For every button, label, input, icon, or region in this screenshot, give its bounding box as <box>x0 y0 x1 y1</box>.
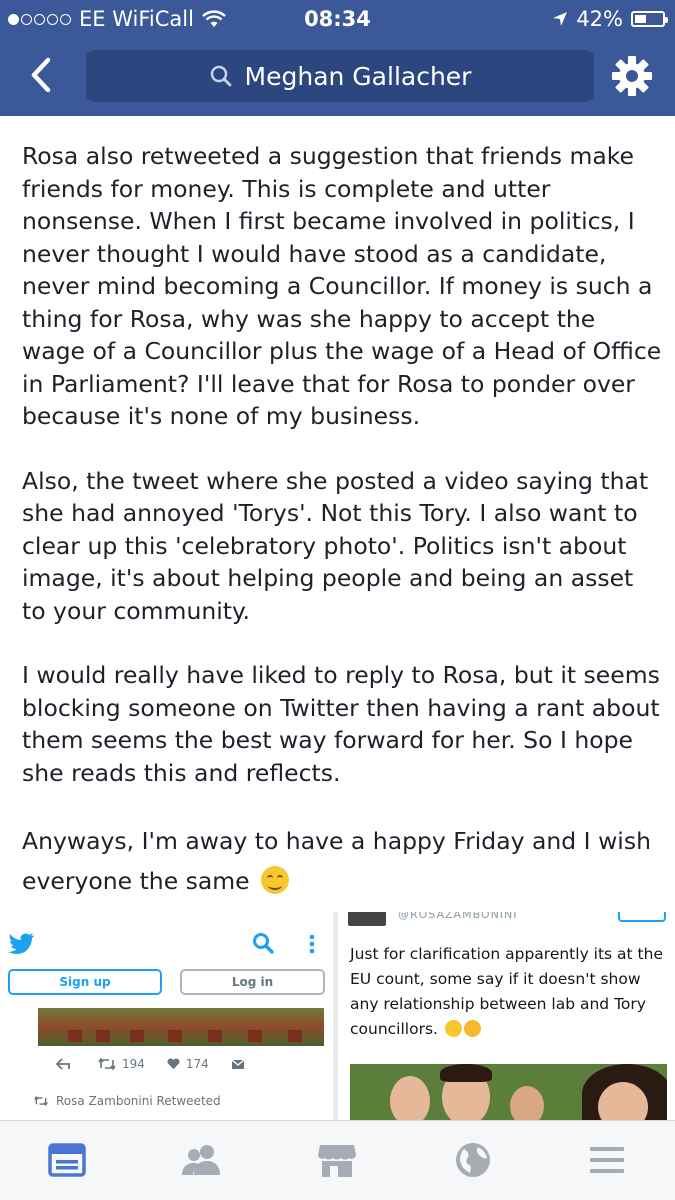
search-bar[interactable]: Meghan Gallacher <box>86 50 594 102</box>
thinking-face-emoji-icon <box>463 1020 481 1037</box>
battery-fill <box>635 15 646 23</box>
tab-notifications[interactable] <box>452 1139 494 1181</box>
smiling-face-emoji-icon <box>261 866 290 894</box>
dm-action <box>231 1058 251 1070</box>
friends-icon <box>182 1145 220 1175</box>
twitter-bird-icon <box>8 933 35 954</box>
retweeted-by-text: Rosa Zambonini Retweeted <box>56 1094 221 1108</box>
search-text: Meghan Gallacher <box>244 61 472 91</box>
retweet-icon <box>98 1058 116 1070</box>
marketplace-icon <box>318 1145 356 1177</box>
retweet-icon <box>34 1096 48 1106</box>
tab-menu[interactable] <box>586 1139 628 1181</box>
tab-news-feed[interactable] <box>46 1139 88 1181</box>
app-header: EE WiFiCall 08:34 42% Meghan Gallacher <box>0 0 675 116</box>
post-paragraph: Also, the tweet where she posted a video… <box>22 466 649 625</box>
tab-friends[interactable] <box>180 1139 222 1181</box>
tweet-landscape-image <box>38 1008 324 1046</box>
envelope-icon <box>231 1058 245 1069</box>
twitter-signup-button: Sign up <box>8 969 162 995</box>
tweet-handle: @ROSAZAMBONINI <box>398 912 518 921</box>
tweet-text: Just for clarification apparently its at… <box>350 942 668 1042</box>
battery-percentage: 42% <box>576 7 623 31</box>
reply-icon <box>56 1058 70 1070</box>
eye-roll-emoji-icon <box>444 1020 462 1037</box>
like-count: 174 <box>185 1057 209 1071</box>
menu-icon <box>590 1147 624 1173</box>
tab-bar <box>0 1120 675 1200</box>
like-action: 174 <box>167 1057 209 1071</box>
search-icon <box>210 65 231 87</box>
post-paragraph: Rosa also retweeted a suggestion that fr… <box>22 142 662 430</box>
retweeted-by: Rosa Zambonini Retweeted <box>34 1094 221 1108</box>
retweet-count: 194 <box>122 1057 145 1071</box>
reply-action <box>56 1058 76 1070</box>
photo-twitter-profile[interactable]: Sign up Log in 194 174 Rosa Zambonini Re… <box>0 912 338 1120</box>
settings-button[interactable] <box>610 54 654 98</box>
status-bar: EE WiFiCall 08:34 42% <box>0 0 675 38</box>
tweet-group-photo <box>350 1064 667 1120</box>
photo-tweet-screenshot[interactable]: @ROSAZAMBONINI Just for clarification ap… <box>338 912 675 1120</box>
tweet-text-body: Just for clarification apparently its at… <box>350 945 663 1038</box>
post-paragraph-text: Anyways, I'm away to have a happy Friday… <box>22 827 651 895</box>
post-paragraph: I would really have liked to reply to Ro… <box>22 661 660 787</box>
heart-icon <box>167 1058 180 1069</box>
news-feed-icon <box>48 1143 86 1177</box>
more-options-icon <box>309 934 315 954</box>
avatar <box>348 912 386 926</box>
tweet-actions: 194 174 <box>56 1057 273 1071</box>
post-paragraph-closing: Anyways, I'm away to have a happy Friday… <box>22 821 662 901</box>
post-body: Rosa also retweeted a suggestion that fr… <box>22 140 662 901</box>
back-button[interactable] <box>26 56 56 94</box>
twitter-search-icon <box>253 933 274 954</box>
globe-icon <box>456 1143 490 1177</box>
tab-marketplace[interactable] <box>316 1139 358 1181</box>
retweet-action: 194 <box>98 1057 145 1071</box>
post-photos[interactable]: Sign up Log in 194 174 Rosa Zambonini Re… <box>0 912 675 1120</box>
follow-button <box>618 912 666 922</box>
location-arrow-icon <box>553 12 568 26</box>
battery-icon <box>631 11 668 27</box>
status-right: 42% <box>552 7 668 31</box>
twitter-login-button: Log in <box>180 969 325 995</box>
